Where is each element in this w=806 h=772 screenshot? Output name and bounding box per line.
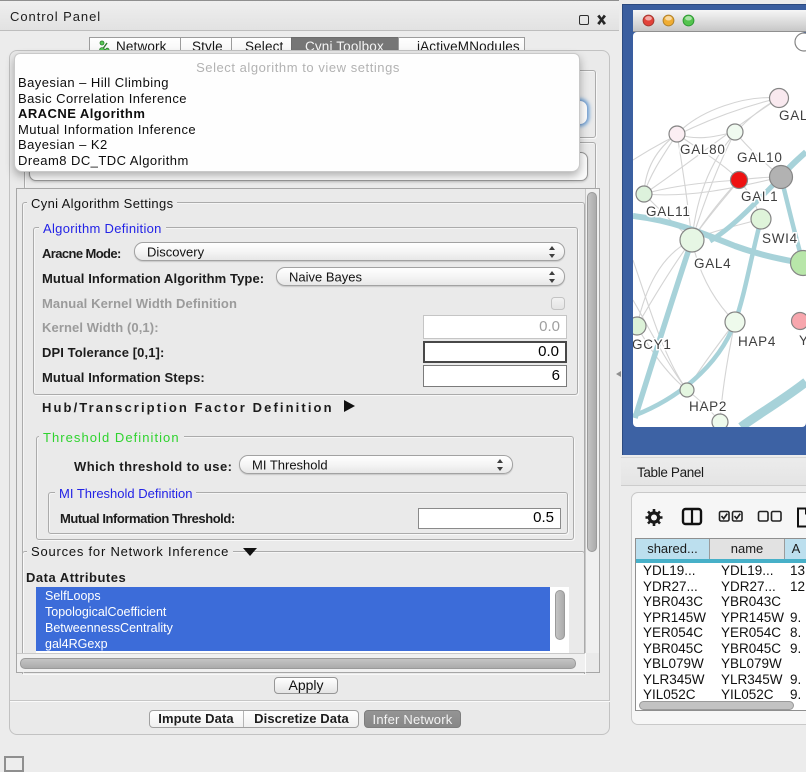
svg-text:GAL10: GAL10	[737, 150, 783, 165]
svg-text:HAP4: HAP4	[738, 334, 776, 349]
svg-text:SWI4: SWI4	[762, 231, 798, 246]
svg-text:Y: Y	[799, 333, 806, 348]
svg-text:GCY1: GCY1	[633, 337, 672, 352]
svg-text:GAL1: GAL1	[741, 189, 778, 204]
svg-text:HAP2: HAP2	[689, 399, 727, 414]
svg-text:GAL80: GAL80	[680, 142, 726, 157]
svg-text:GAL11: GAL11	[646, 204, 691, 219]
svg-text:GAL: GAL	[779, 108, 806, 123]
svg-text:GAL4: GAL4	[694, 256, 731, 271]
